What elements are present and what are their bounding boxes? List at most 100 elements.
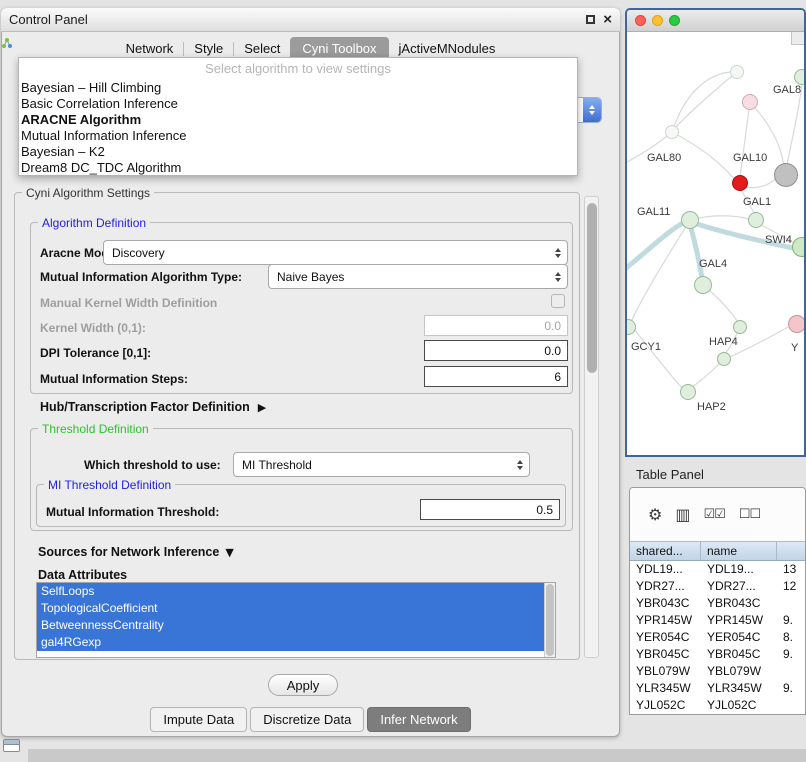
- cell-value: [777, 697, 805, 714]
- mi-steps-field[interactable]: 6: [424, 366, 568, 387]
- mi-threshold-field[interactable]: 0.5: [420, 499, 560, 520]
- chevron-updown-icon: [583, 98, 601, 122]
- network-node[interactable]: [742, 94, 758, 110]
- network-node[interactable]: [694, 276, 712, 294]
- tab-style[interactable]: Style: [184, 38, 233, 59]
- table-row[interactable]: YDR27... YDR27... 12: [630, 578, 805, 595]
- deselect-all-icon[interactable]: ☐☐: [739, 507, 760, 522]
- table-row[interactable]: YBL079W YBL079W: [630, 663, 805, 680]
- chevron-down-icon: ▼: [225, 546, 233, 559]
- cell-shared-name: YBL079W: [630, 663, 701, 680]
- scrollbar-thumb[interactable]: [546, 584, 554, 656]
- dpi-tolerance-label: DPI Tolerance [0,1]:: [40, 346, 151, 360]
- apply-button[interactable]: Apply: [268, 674, 338, 696]
- table-row[interactable]: YDL19... YDL19... 13: [630, 561, 805, 578]
- hub-definition-label: Hub/Transcription Factor Definition: [40, 400, 250, 414]
- columns-icon[interactable]: ▥: [675, 505, 689, 524]
- cell-shared-name: YBR045C: [630, 646, 701, 663]
- node-label: GAL11: [637, 206, 670, 218]
- tab-label: Cyni Toolbox: [302, 41, 376, 56]
- which-threshold-value: MI Threshold: [242, 458, 312, 472]
- mi-threshold-value: 0.5: [536, 503, 553, 517]
- network-node[interactable]: [681, 211, 699, 229]
- minimize-traffic-light-icon[interactable]: [652, 15, 663, 26]
- manual-kernel-checkbox[interactable]: [551, 294, 565, 308]
- aracne-mode-value: Discovery: [112, 246, 165, 260]
- tab-impute-data[interactable]: Impute Data: [150, 707, 247, 732]
- kernel-width-field[interactable]: 0.0: [424, 315, 568, 336]
- node-label: Y: [791, 342, 798, 354]
- cell-name: YBR043C: [701, 595, 777, 612]
- dpi-tolerance-value: 0.0: [544, 344, 561, 358]
- network-window-titlebar[interactable]: [627, 10, 804, 32]
- popup-item[interactable]: Dream8 DC_TDC Algorithm: [19, 160, 577, 176]
- column-header-shared-name[interactable]: shared...: [630, 542, 701, 560]
- table-row[interactable]: YJL052C YJL052C: [630, 697, 805, 714]
- data-attributes-list[interactable]: SelfLoops TopologicalCoefficient Between…: [36, 582, 556, 658]
- network-node[interactable]: [680, 384, 696, 400]
- mi-type-select[interactable]: Naive Bayes: [268, 264, 568, 289]
- which-threshold-select[interactable]: MI Threshold: [233, 452, 530, 477]
- attribute-item[interactable]: gal4RGexp: [37, 634, 544, 651]
- column-header-name[interactable]: name: [701, 542, 777, 560]
- algorithm-dropdown-popup: Select algorithm to view settings Bayesi…: [18, 57, 578, 176]
- aracne-mode-select[interactable]: Discovery: [103, 240, 568, 265]
- network-node[interactable]: [748, 212, 764, 228]
- manual-kernel-label: Manual Kernel Width Definition: [40, 296, 217, 310]
- sources-toggle[interactable]: Sources for Network Inference ▼: [38, 545, 234, 559]
- desktop: Control Panel × Network Style Select Cyn…: [0, 0, 806, 762]
- select-all-icon[interactable]: ☑☑: [703, 507, 724, 522]
- cell-name: YBL079W: [701, 663, 777, 680]
- node-label: HAP4: [709, 336, 738, 348]
- network-node[interactable]: [788, 315, 804, 333]
- tab-jactivemnodules[interactable]: jActiveMNodules: [389, 38, 506, 59]
- popup-item[interactable]: Basic Correlation Inference: [19, 96, 577, 112]
- dpi-tolerance-field[interactable]: 0.0: [424, 340, 568, 361]
- zoom-traffic-light-icon[interactable]: [669, 15, 680, 26]
- network-canvas[interactable]: GAL8 GAL80 GAL10 GAL11 GAL1 SWI4 GAL4 GC…: [627, 32, 804, 455]
- table-row[interactable]: YER054C YER054C 8.: [630, 629, 805, 646]
- tab-discretize-data[interactable]: Discretize Data: [250, 707, 364, 732]
- scrollbar-corner: [791, 32, 804, 45]
- tab-network[interactable]: Network: [116, 38, 184, 59]
- close-traffic-light-icon[interactable]: [635, 15, 646, 26]
- table-row[interactable]: YLR345W YLR345W 9.: [630, 680, 805, 697]
- network-node-hub[interactable]: [774, 163, 798, 187]
- attribute-item[interactable]: SelfLoops: [37, 583, 544, 600]
- tab-infer-network[interactable]: Infer Network: [367, 707, 470, 732]
- close-icon[interactable]: ×: [603, 14, 612, 26]
- table-row[interactable]: YBR045C YBR045C 9.: [630, 646, 805, 663]
- hub-definition-toggle[interactable]: Hub/Transcription Factor Definition ▶: [40, 400, 266, 414]
- table-panel-window: ⚙ ▥ ☑☑ ☐☐ shared... name YDL19... YDL19.…: [629, 487, 806, 715]
- popup-item[interactable]: Mutual Information Inference: [19, 128, 577, 144]
- minimized-panel-icon[interactable]: [3, 739, 20, 752]
- attribute-item[interactable]: BetweennessCentrality: [37, 617, 544, 634]
- network-node[interactable]: [665, 125, 679, 139]
- network-node[interactable]: [794, 69, 804, 85]
- network-node[interactable]: [730, 65, 744, 79]
- cell-shared-name: YER054C: [630, 629, 701, 646]
- float-window-icon[interactable]: [586, 15, 595, 24]
- network-node[interactable]: [733, 320, 747, 334]
- dropdown-prompt: Select algorithm to view settings: [19, 58, 577, 80]
- table-row[interactable]: YBR043C YBR043C: [630, 595, 805, 612]
- mi-steps-value: 6: [554, 370, 561, 384]
- popup-item[interactable]: Bayesian – K2: [19, 144, 577, 160]
- control-panel-titlebar[interactable]: Control Panel ×: [1, 8, 620, 32]
- list-scrollbar[interactable]: [544, 583, 555, 657]
- settings-scrollbar[interactable]: [584, 196, 599, 658]
- scrollbar-thumb[interactable]: [587, 203, 597, 373]
- attribute-item[interactable]: TopologicalCoefficient: [37, 600, 544, 617]
- gear-icon[interactable]: ⚙: [648, 505, 661, 524]
- column-header-extra[interactable]: [777, 542, 805, 560]
- network-node[interactable]: [717, 352, 731, 366]
- tab-label: Select: [244, 41, 280, 56]
- table-row[interactable]: YPR145W YPR145W 9.: [630, 612, 805, 629]
- cyni-settings-group-title: Cyni Algorithm Settings: [22, 186, 154, 200]
- network-node-selected[interactable]: [732, 175, 748, 191]
- cell-shared-name: YPR145W: [630, 612, 701, 629]
- tab-select[interactable]: Select: [234, 38, 290, 59]
- popup-item-selected[interactable]: ARACNE Algorithm: [19, 112, 577, 128]
- cell-value: 12: [777, 578, 805, 595]
- popup-item[interactable]: Bayesian – Hill Climbing: [19, 80, 577, 96]
